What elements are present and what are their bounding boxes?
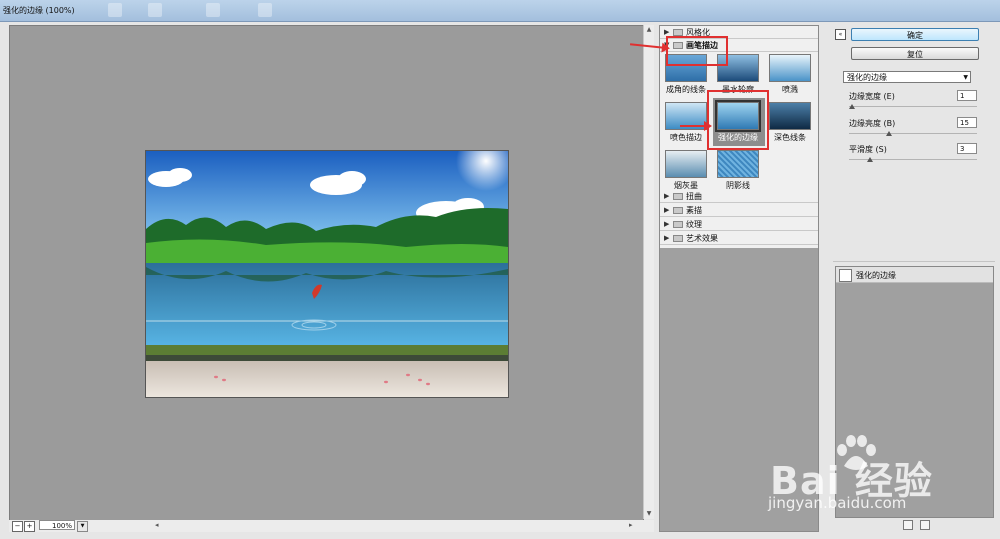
param-value-input[interactable]: 15: [957, 117, 977, 128]
effect-layer-row[interactable]: 强化的边缘: [836, 267, 993, 283]
thumb-image: [665, 150, 707, 178]
layer-buttons: [903, 520, 934, 532]
category-label: 纹理: [686, 220, 702, 229]
param-slider-knob[interactable]: [867, 157, 874, 162]
filter-select-value: 强化的边缘: [847, 73, 887, 82]
category-label: 艺术效果: [686, 234, 718, 243]
scroll-left-icon[interactable]: ◂: [155, 521, 159, 529]
param-label: 边缘宽度 (E): [849, 92, 895, 101]
scroll-right-icon[interactable]: ▸: [629, 521, 633, 529]
scroll-down-icon[interactable]: ▼: [645, 510, 653, 518]
window-titlebar: 强化的边缘 (100%): [0, 0, 1000, 22]
annotation-box-category: [666, 36, 728, 66]
collapsed-triangle-icon: ▶: [664, 234, 670, 242]
filter-thumb-crosshatch[interactable]: 阴影线: [717, 150, 759, 192]
taskbar-ghost-icon: [206, 3, 220, 17]
param-label: 边缘亮度 (B): [849, 119, 896, 128]
collapse-gallery-icon[interactable]: «: [835, 29, 846, 40]
delete-effect-layer-icon[interactable]: [919, 520, 930, 530]
annotation-box-filter: [707, 90, 769, 150]
param-label: 平滑度 (S): [849, 145, 887, 154]
param-value-input[interactable]: 1: [957, 90, 977, 101]
collapsed-triangle-icon: ▶: [664, 192, 670, 200]
window-title: 强化的边缘 (100%): [3, 6, 75, 15]
category-texture[interactable]: ▶ 纹理: [660, 218, 818, 231]
new-effect-layer-icon[interactable]: [903, 520, 913, 530]
effect-layers-list: 强化的边缘: [835, 266, 994, 518]
category-artistic[interactable]: ▶ 艺术效果: [660, 232, 818, 245]
visibility-toggle-icon[interactable]: [839, 269, 852, 282]
thumb-image: [717, 150, 759, 178]
param-smoothness: 平滑度 (S) 3: [849, 143, 979, 170]
folder-icon: [673, 221, 683, 228]
taskbar-ghost-icon: [148, 3, 162, 17]
category-distort[interactable]: ▶ 扭曲: [660, 190, 818, 203]
zoom-dropdown-icon[interactable]: ▼: [77, 521, 88, 532]
filter-select[interactable]: 强化的边缘 ▼: [843, 71, 971, 83]
folder-icon: [673, 235, 683, 242]
preview-vertical-scrollbar[interactable]: ▲ ▼: [643, 25, 654, 519]
category-label: 扭曲: [686, 192, 702, 201]
category-label: 素描: [686, 206, 702, 215]
thumb-image: [769, 54, 811, 82]
collapsed-triangle-icon: ▶: [664, 206, 670, 214]
zoom-level-field[interactable]: 100%: [39, 520, 75, 530]
param-edge-width: 边缘宽度 (E) 1: [849, 90, 979, 117]
effect-layer-label: 强化的边缘: [856, 271, 896, 280]
param-edge-brightness: 边缘亮度 (B) 15: [849, 117, 979, 144]
taskbar-ghost-icon: [258, 3, 272, 17]
filter-thumb-dark-strokes[interactable]: 深色线条: [769, 102, 811, 144]
folder-icon: [673, 29, 683, 36]
param-value-input[interactable]: 3: [957, 143, 977, 154]
filter-thumb-sprayed-strokes[interactable]: 喷色描边: [665, 102, 707, 144]
param-slider-knob[interactable]: [885, 131, 892, 136]
zoom-out-button[interactable]: −: [12, 521, 23, 532]
filter-thumb-sumi-e[interactable]: 烟灰墨: [665, 150, 707, 192]
filter-settings-panel: « 确定 复位 强化的边缘 ▼ 边缘宽度 (E) 1 边缘亮度 (B) 15 平…: [833, 25, 995, 532]
folder-icon: [673, 207, 683, 214]
collapsed-triangle-icon: ▶: [664, 28, 670, 36]
zoom-bar: − + 100% ▼ ◂ ▸: [9, 520, 654, 532]
zoom-in-button[interactable]: +: [24, 521, 35, 532]
param-slider-knob[interactable]: [849, 104, 855, 109]
param-slider-track[interactable]: [849, 133, 977, 134]
thumb-image: [769, 102, 811, 130]
divider: [833, 261, 995, 262]
thumb-label: 成角的线条: [666, 85, 706, 94]
thumb-label: 深色线条: [774, 133, 806, 142]
folder-icon: [673, 193, 683, 200]
collapsed-triangle-icon: ▶: [664, 220, 670, 228]
filter-thumb-spatter[interactable]: 喷溅: [769, 54, 811, 96]
preview-image: [145, 150, 509, 398]
param-slider-track[interactable]: [849, 106, 977, 107]
thumb-label: 喷色描边: [670, 133, 702, 142]
scroll-up-icon[interactable]: ▲: [645, 26, 653, 34]
reset-button[interactable]: 复位: [851, 47, 979, 60]
taskbar-ghost-icon: [108, 3, 122, 17]
ok-button[interactable]: 确定: [851, 28, 979, 41]
thumb-label: 喷溅: [782, 85, 798, 94]
chevron-down-icon: ▼: [963, 74, 968, 81]
category-sketch[interactable]: ▶ 素描: [660, 204, 818, 217]
annotation-arrow: [680, 121, 712, 131]
